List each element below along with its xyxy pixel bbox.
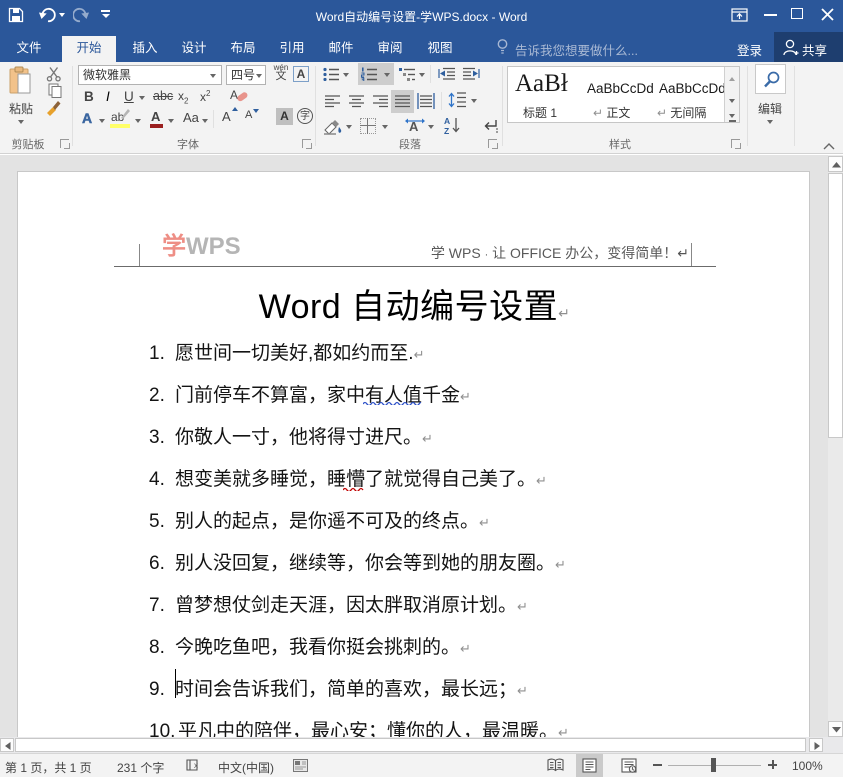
svg-text:Z: Z (444, 126, 449, 135)
svg-text:A: A (444, 116, 450, 126)
svg-text:x: x (194, 761, 198, 770)
svg-text:A: A (230, 88, 238, 102)
